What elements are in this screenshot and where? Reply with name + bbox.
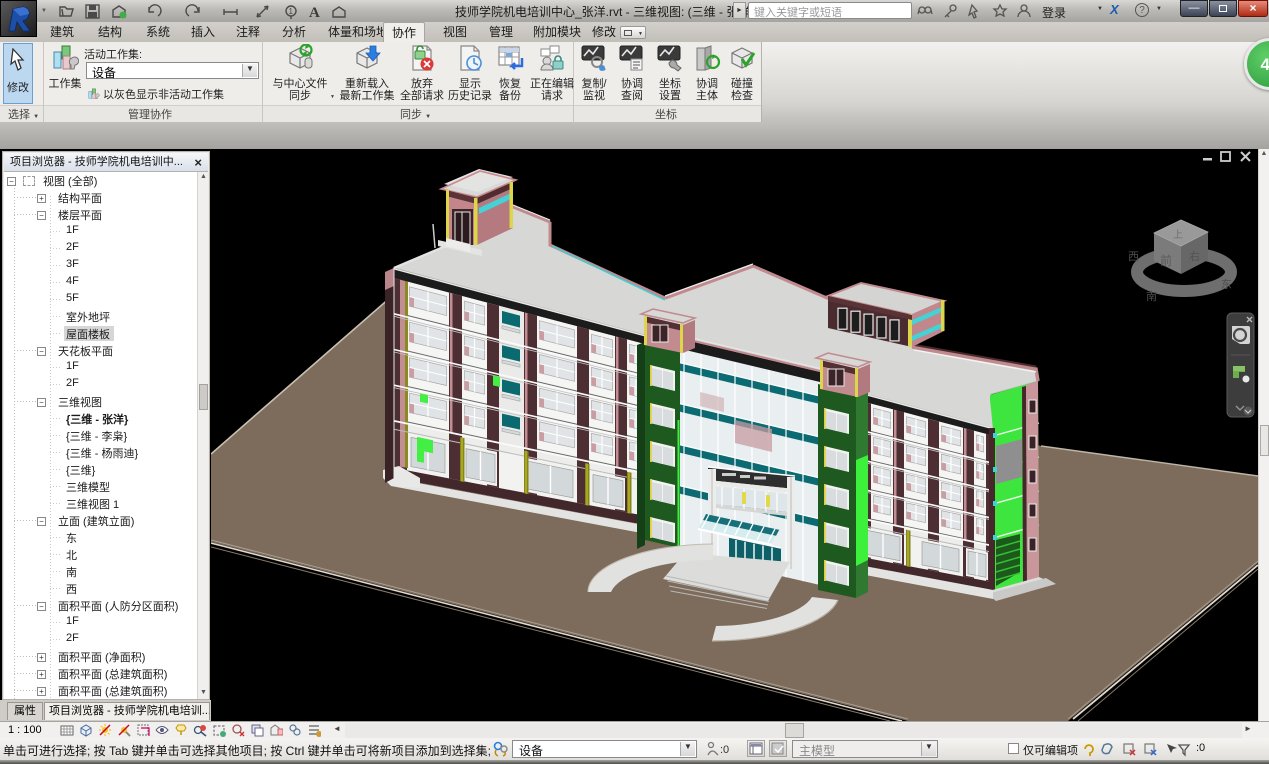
svg-text:南: 南 bbox=[1146, 290, 1157, 303]
svg-text:前: 前 bbox=[1160, 253, 1172, 268]
svg-text:西: 西 bbox=[1128, 251, 1139, 263]
svg-text:右: 右 bbox=[1189, 249, 1200, 263]
svg-text:东: 东 bbox=[1221, 278, 1232, 291]
svg-text::0: :0 bbox=[720, 744, 729, 756]
svg-text:上: 上 bbox=[1173, 229, 1183, 241]
svg-text:A: A bbox=[309, 5, 320, 20]
svg-text:1: 1 bbox=[289, 7, 294, 16]
